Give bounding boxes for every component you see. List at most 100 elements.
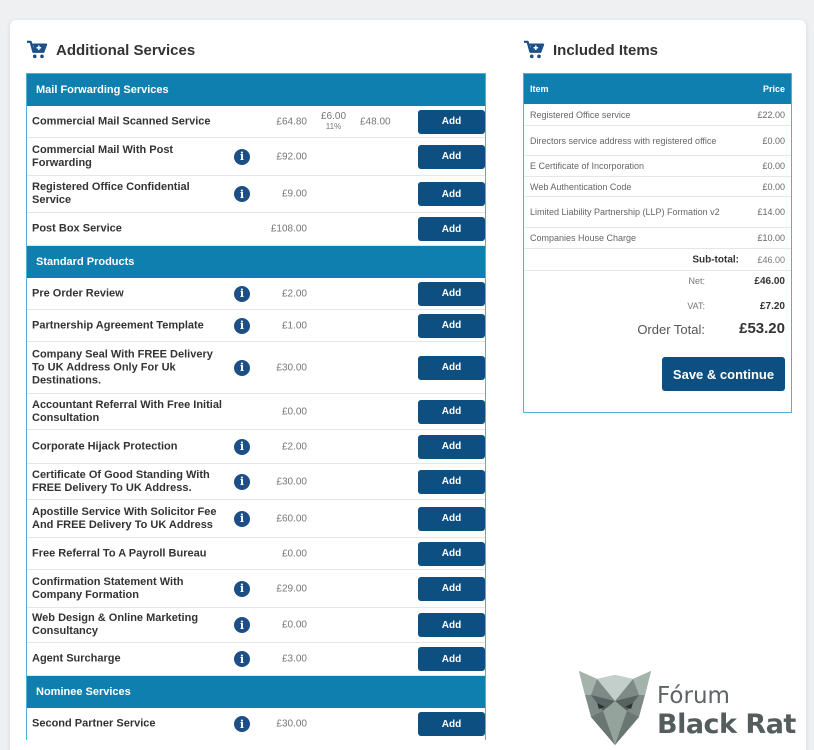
included-item-row: Web Authentication Code £0.00 — [524, 177, 791, 197]
service-name: Agent Surcharge — [32, 652, 121, 665]
net-value: £46.00 — [754, 276, 785, 287]
service-name: Commercial Mail With Post Forwarding — [32, 143, 174, 169]
col-item-label: Item — [530, 84, 549, 94]
included-item-row: Limited Liability Partnership (LLP) Form… — [524, 197, 791, 228]
add-button[interactable]: Add — [418, 506, 485, 531]
service-row: Company Seal With FREE Delivery To UK Ad… — [27, 342, 485, 394]
add-button[interactable]: Add — [418, 469, 485, 494]
net-label: Net: — [688, 276, 705, 286]
add-button[interactable]: Add — [418, 109, 485, 134]
service-price: £60.00 — [276, 513, 307, 524]
service-row: Confirmation Statement With Company Form… — [27, 570, 485, 608]
section-header: Mail Forwarding Services — [27, 74, 485, 106]
included-items-panel: Item Price Registered Office service £22.… — [523, 73, 792, 413]
watermark-line1: Fórum — [657, 683, 730, 709]
order-total-value: £53.20 — [739, 320, 785, 337]
service-price: £0.00 — [281, 619, 307, 631]
service-price: £30.00 — [276, 476, 307, 487]
save-continue-button[interactable]: Save & continue — [662, 357, 785, 391]
info-icon[interactable]: i — [234, 716, 250, 732]
service-name: Second Partner Service — [32, 717, 156, 730]
add-button[interactable]: Add — [418, 281, 485, 306]
vat-label: VAT: — [687, 301, 705, 311]
add-button[interactable]: Add — [418, 613, 485, 637]
info-icon[interactable]: i — [234, 285, 250, 302]
service-row: Certificate Of Good Standing With FREE D… — [27, 464, 485, 500]
additional-services-title: Additional Services — [26, 40, 195, 60]
service-row: Partnership Agreement Template i £1.00 Add — [27, 310, 485, 342]
watermark-line2: Black Rat — [657, 709, 796, 740]
cart-icon — [524, 40, 545, 59]
col-price-label: Price — [762, 84, 785, 94]
included-item-row: Registered Office service £22.00 — [524, 104, 791, 126]
service-row: Accountant Referral With Free Initial Co… — [27, 394, 485, 430]
service-name: Commercial Mail Scanned Service — [32, 115, 211, 127]
add-button[interactable]: Add — [418, 541, 485, 566]
included-item-price: £0.00 — [762, 161, 785, 171]
service-price: £30.00 — [276, 718, 307, 730]
info-icon[interactable]: i — [234, 510, 250, 527]
service-row: Agent Surcharge i £3.00 Add — [27, 643, 485, 676]
included-item-row: Directors service address with registere… — [524, 126, 791, 156]
included-item-price: £0.00 — [762, 181, 785, 192]
forum-black-rat-watermark: Fórum Black Rat — [575, 665, 811, 747]
cart-icon — [27, 40, 48, 59]
included-item-name: Companies House Charge — [530, 233, 637, 243]
included-item-name: Web Authentication Code — [530, 181, 632, 192]
service-price: £64.80 — [276, 116, 307, 127]
add-button[interactable]: Add — [418, 182, 485, 206]
service-price: £29.00 — [276, 583, 307, 594]
service-name: Apostille Service With Solicitor Fee And… — [32, 505, 217, 531]
info-icon[interactable]: i — [234, 359, 250, 376]
subtotal-value: £46.00 — [757, 254, 785, 265]
add-button[interactable]: Add — [418, 647, 485, 671]
service-row: Free Referral To A Payroll Bureau £0.00 Ad… — [27, 538, 485, 570]
info-icon[interactable]: i — [234, 317, 250, 334]
add-button[interactable]: Add — [418, 355, 485, 380]
service-row: Apostille Service With Solicitor Fee And… — [27, 500, 485, 538]
add-button[interactable]: Add — [418, 144, 485, 169]
info-icon[interactable]: i — [234, 148, 250, 165]
service-price: £30.00 — [276, 362, 307, 373]
service-price: £92.00 — [276, 151, 307, 162]
included-item-row: Companies House Charge £10.00 — [524, 228, 791, 249]
included-item-price: £14.00 — [757, 207, 785, 217]
included-item-name: E Certificate of Incorporation — [530, 161, 645, 171]
service-row: Registered Office Confidential Service i £… — [27, 176, 485, 213]
info-icon[interactable]: i — [234, 580, 250, 597]
info-icon[interactable]: i — [234, 651, 250, 667]
service-name: Web Design & Online Marketing Consultanc… — [32, 612, 199, 637]
service-row: Web Design & Online Marketing Consultanc… — [27, 608, 485, 643]
service-name: Registered Office Confidential Service — [32, 181, 190, 206]
discount-amount: £6.00 — [321, 110, 347, 122]
add-button[interactable]: Add — [418, 399, 485, 424]
section-header: Nominee Services — [27, 676, 485, 708]
included-items-header: Item Price — [524, 74, 791, 104]
service-row: Second Partner Service i £30.00 Add — [27, 708, 485, 740]
discount-percent: 11% — [325, 121, 342, 131]
subtotal-row: Sub-total: £46.00 — [524, 249, 791, 271]
add-button[interactable]: Add — [418, 217, 485, 241]
service-price: £0.00 — [281, 406, 307, 417]
included-item-price: £0.00 — [762, 135, 785, 146]
service-row: Pre Order Review i £2.00 Add — [27, 278, 485, 310]
service-name: Partnership Agreement Template — [32, 319, 204, 331]
info-icon[interactable]: i — [234, 186, 250, 202]
service-name: Confirmation Statement With Company Form… — [32, 575, 184, 601]
info-icon[interactable]: i — [234, 473, 250, 490]
add-button[interactable]: Add — [418, 313, 485, 338]
info-icon[interactable]: i — [234, 617, 250, 633]
service-price: £9.00 — [281, 188, 307, 200]
included-item-name: Registered Office service — [530, 109, 631, 120]
service-name: Accountant Referral With Free Initial Co… — [32, 398, 222, 424]
service-name: Free Referral To A Payroll Bureau — [32, 547, 207, 559]
services-table: Mail Forwarding Services Commercial Mail … — [26, 73, 486, 740]
service-row: Commercial Mail Scanned Service £64.80 £6.… — [27, 106, 485, 138]
add-button[interactable]: Add — [418, 712, 485, 736]
info-icon[interactable]: i — [234, 438, 250, 455]
service-name: Post Box Service — [32, 222, 122, 235]
add-button[interactable]: Add — [418, 576, 485, 601]
add-button[interactable]: Add — [418, 434, 485, 459]
included-item-price: £10.00 — [757, 233, 785, 243]
service-price: £2.00 — [281, 441, 307, 452]
